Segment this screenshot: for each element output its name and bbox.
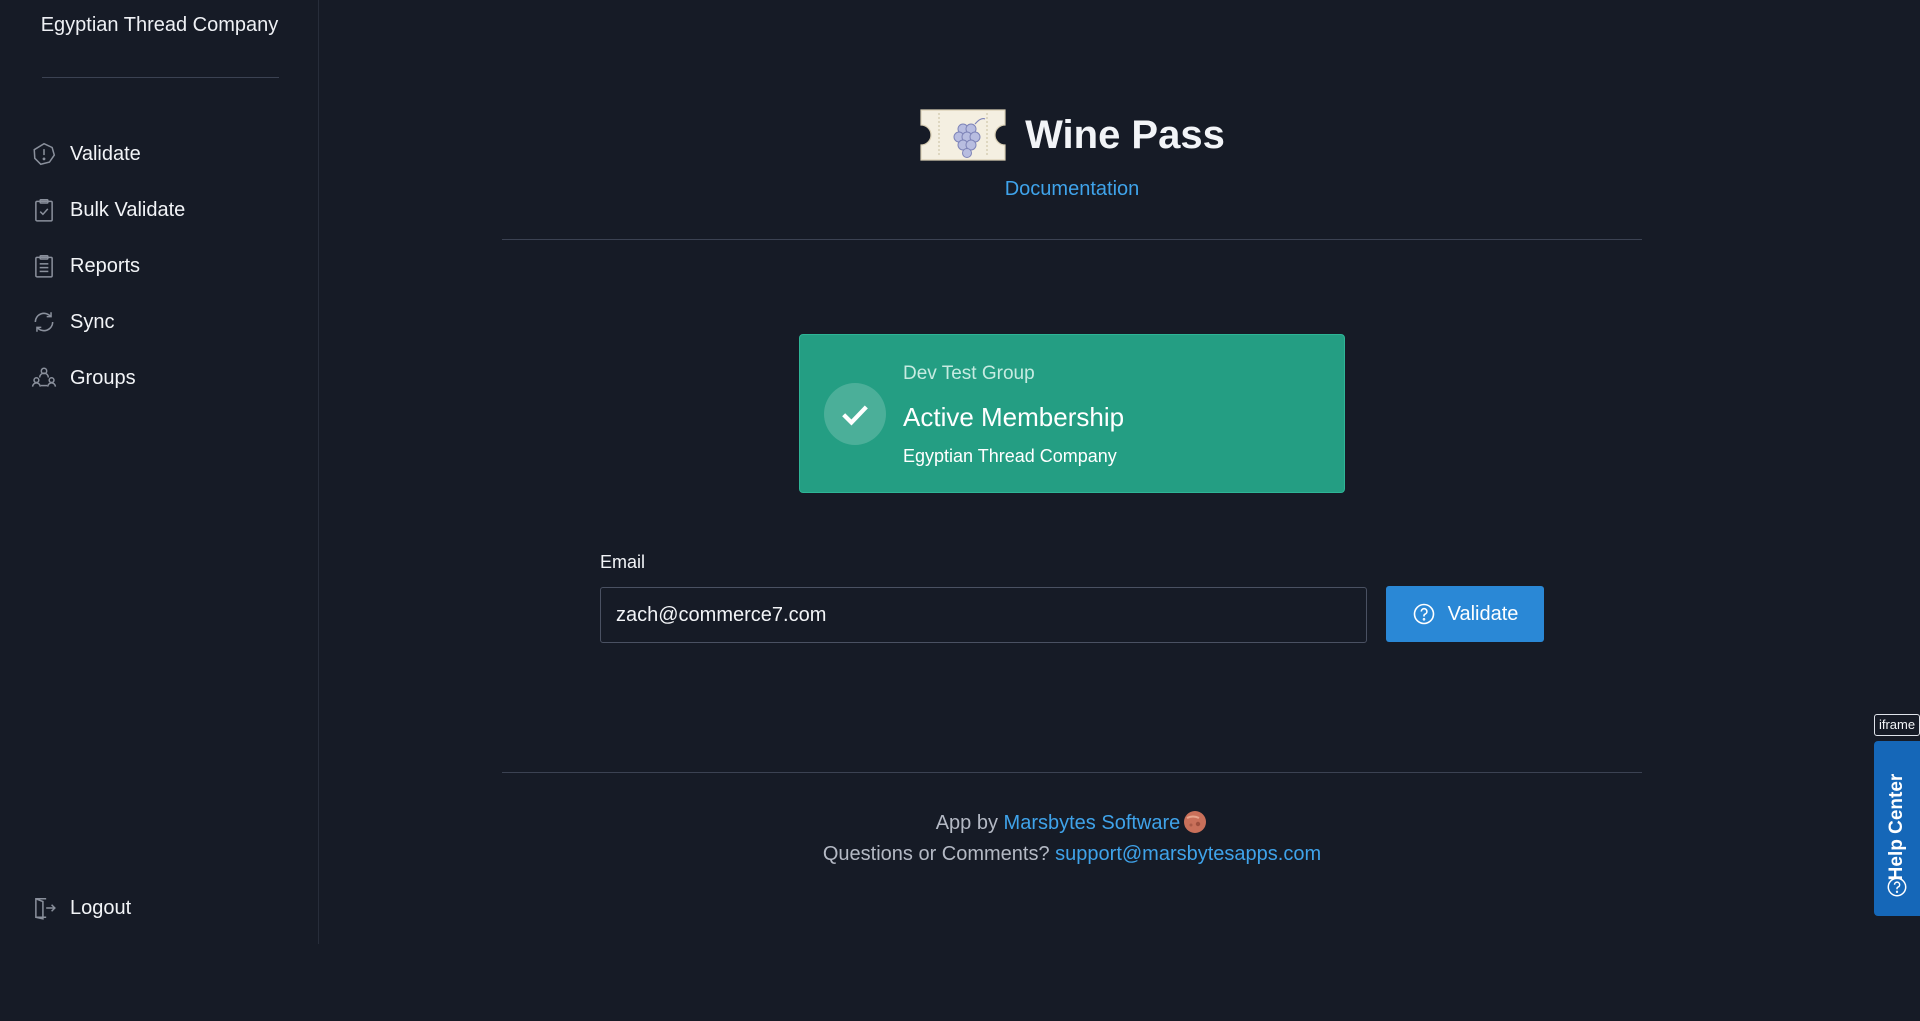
footer-divider <box>502 772 1642 773</box>
iframe-tag: iframe <box>1874 714 1920 736</box>
app-by-text: App by <box>935 812 998 834</box>
status-title: Active Membership <box>903 402 1125 432</box>
sidebar-item-label: Reports <box>70 254 141 277</box>
sidebar-item-label: Sync <box>70 310 115 333</box>
app-header: Wine Pass Documentation <box>502 100 1642 201</box>
logout-icon <box>30 894 58 922</box>
validate-button[interactable]: Validate <box>1386 586 1544 642</box>
group-icon <box>30 364 58 392</box>
sidebar-item-sync[interactable]: Sync <box>30 294 290 350</box>
footer-contact: Questions or Comments? support@marsbytes… <box>502 839 1642 870</box>
title-row: Wine Pass <box>502 100 1642 170</box>
status-company: Egyptian Thread Company <box>903 446 1117 466</box>
sidebar-item-label: Validate <box>70 142 141 165</box>
support-email-link[interactable]: support@marsbytesapps.com <box>1055 843 1321 865</box>
status-group-name: Dev Test Group <box>903 363 1035 384</box>
footer: App by Marsbytes Software Questions or C… <box>502 808 1642 870</box>
wine-ticket-icon <box>919 107 1007 163</box>
help-circle-icon <box>1886 876 1908 898</box>
mars-planet-icon <box>1182 809 1208 835</box>
help-center-label: Help Center <box>1886 773 1907 881</box>
sidebar-nav: Validate Bulk Validate Reports Sync Grou… <box>30 126 290 406</box>
sidebar-item-label: Bulk Validate <box>70 198 186 221</box>
email-label: Email <box>600 552 646 572</box>
logout-button[interactable]: Logout <box>30 880 131 936</box>
email-input[interactable] <box>600 587 1367 643</box>
sidebar: Egyptian Thread Company Validate Bulk Va… <box>0 0 319 944</box>
sidebar-item-label: Groups <box>70 366 136 389</box>
marsbytes-link[interactable]: Marsbytes Software <box>1004 812 1181 834</box>
questions-text: Questions or Comments? <box>822 843 1050 865</box>
validate-button-label: Validate <box>1447 602 1519 625</box>
clipboard-list-icon <box>30 252 58 280</box>
header-divider <box>502 239 1642 240</box>
help-center-button[interactable]: Help Center <box>1874 741 1920 916</box>
logout-label: Logout <box>70 896 132 919</box>
sidebar-item-reports[interactable]: Reports <box>30 238 290 294</box>
bottom-band <box>0 944 1920 1021</box>
sidebar-divider <box>42 77 279 78</box>
membership-status-card: Dev Test Group Active Membership Egyptia… <box>799 334 1345 493</box>
company-name: Egyptian Thread Company <box>40 14 279 36</box>
check-icon <box>824 383 886 445</box>
documentation-link[interactable]: Documentation <box>1005 178 1140 201</box>
sidebar-item-validate[interactable]: Validate <box>30 126 290 182</box>
footer-credit: App by Marsbytes Software <box>502 808 1642 839</box>
sidebar-item-bulk-validate[interactable]: Bulk Validate <box>30 182 290 238</box>
question-circle-icon <box>1413 603 1434 625</box>
alert-circle-icon <box>30 140 58 168</box>
clipboard-check-icon <box>30 196 58 224</box>
sync-icon <box>30 308 58 336</box>
sidebar-item-groups[interactable]: Groups <box>30 350 290 406</box>
app-title: Wine Pass <box>1025 112 1225 157</box>
